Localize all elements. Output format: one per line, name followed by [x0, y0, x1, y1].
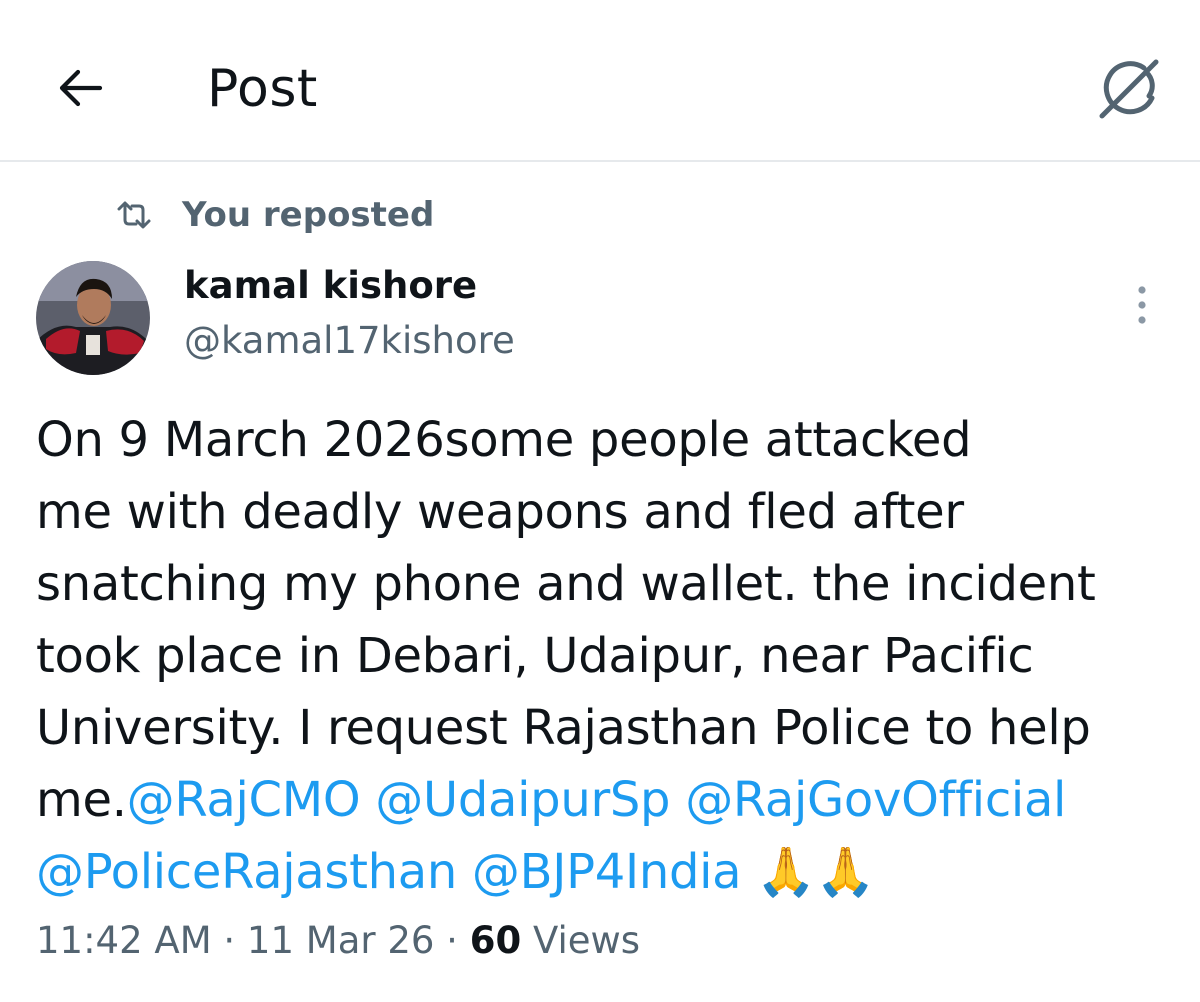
arrow-left-icon — [59, 69, 103, 107]
mention-link[interactable]: @RajGovOfficial — [685, 772, 1066, 828]
views-label[interactable]: Views — [533, 919, 640, 962]
mention-link[interactable]: @PoliceRajasthan — [36, 844, 457, 900]
grok-button[interactable] — [1092, 50, 1168, 126]
post-text-line: On 9 March 2026some people attacked — [36, 412, 972, 468]
post-date[interactable]: 11 Mar 26 — [247, 919, 435, 962]
post-text-line: took place in Debari, Udaipur, near Paci… — [36, 628, 1034, 684]
more-options-button[interactable] — [1120, 280, 1164, 330]
post-text-line: snatching my phone and wallet. the incid… — [36, 556, 1096, 612]
author-display-name[interactable]: kamal kishore — [184, 261, 477, 311]
meta-separator: · — [434, 919, 470, 962]
back-button[interactable] — [50, 58, 110, 118]
post-text-line: me.@RajCMO @UdaipurSp @RajGovOfficial — [36, 764, 1166, 836]
post-text-line: me with deadly weapons and fled after — [36, 484, 964, 540]
top-bar: Post — [0, 0, 1200, 162]
post-text-line: University. I request Rajasthan Police t… — [36, 700, 1091, 756]
post-text-fragment: me. — [36, 772, 127, 828]
mention-link[interactable]: @RajCMO — [127, 772, 361, 828]
mention-link[interactable]: @BJP4India — [472, 844, 742, 900]
repost-indicator: You reposted — [114, 192, 434, 238]
post-text: On 9 March 2026some people attacked me w… — [36, 404, 1166, 908]
repost-icon — [114, 195, 154, 235]
author-handle[interactable]: @kamal17kishore — [184, 316, 515, 366]
views-count[interactable]: 60 — [470, 919, 522, 962]
grok-icon — [1099, 59, 1159, 119]
avatar[interactable] — [36, 261, 150, 375]
post-time[interactable]: 11:42 AM — [36, 919, 212, 962]
page-title: Post — [207, 59, 318, 119]
meta-separator: · — [211, 919, 247, 962]
post-meta: 11:42 AM · 11 Mar 26 · 60 Views — [36, 914, 640, 968]
repost-label: You reposted — [182, 195, 435, 235]
post-text-line: @PoliceRajasthan @BJP4India 🙏🙏 — [36, 836, 1166, 908]
folded-hands-emoji: 🙏🙏 — [756, 844, 876, 900]
mention-link[interactable]: @UdaipurSp — [375, 772, 670, 828]
more-vertical-icon — [1138, 286, 1146, 324]
